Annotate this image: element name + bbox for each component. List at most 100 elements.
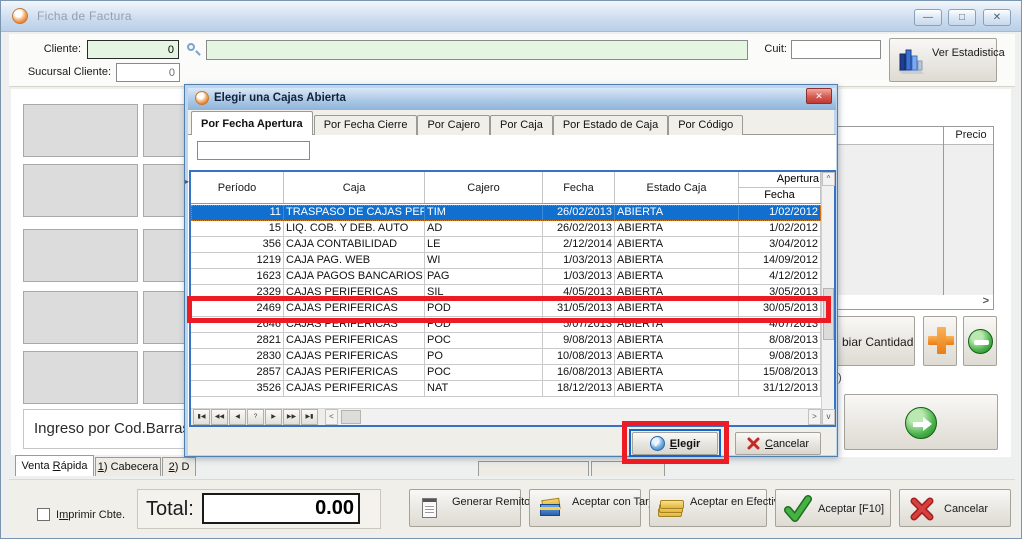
sucursal-cliente-label: Sucursal Cliente:	[15, 66, 111, 78]
dialog-title: Elegir una Cajas Abierta	[214, 92, 346, 104]
col-header-cajero[interactable]: Cajero	[425, 172, 543, 203]
grid-vertical-scrollbar[interactable]: ^ v	[821, 172, 834, 425]
sucursal-cliente-input[interactable]	[116, 63, 180, 82]
cliente-label: Cliente:	[19, 43, 81, 55]
imprimir-label: Imprimir Cbte.	[56, 509, 125, 521]
cuit-label: Cuit:	[751, 43, 787, 55]
remove-item-button[interactable]	[963, 316, 997, 366]
scroll-down-icon[interactable]: v	[822, 409, 835, 425]
close-button[interactable]: ✕	[983, 9, 1011, 26]
grid-nav-button-4[interactable]: ?	[247, 409, 264, 425]
ver-estadistica-label: Ver Estadistica	[932, 47, 992, 60]
minus-icon	[968, 329, 993, 354]
grid-row-2857[interactable]: 2857CAJAS PERIFERICASPOC16/08/2013ABIERT…	[191, 365, 821, 381]
total-panel: Total:	[137, 489, 381, 529]
app-logo-icon	[12, 8, 28, 24]
grid-row-11[interactable]: 11TRASPASO DE CAJAS PERTIM26/02/2013ABIE…	[191, 205, 821, 221]
quick-product-button[interactable]	[23, 104, 138, 157]
grid-row-15[interactable]: 15LIQ. COB. Y DEB. AUTOAD26/02/2013ABIER…	[191, 221, 821, 237]
grid-nav-button-6[interactable]: ▶▶	[283, 409, 300, 425]
dialog-tab-strip: Por Fecha AperturaPor Fecha CierrePor Ca…	[191, 112, 743, 135]
scroll-right-icon[interactable]: >	[808, 409, 821, 425]
grid-body: 11TRASPASO DE CAJAS PERTIM26/02/2013ABIE…	[191, 205, 821, 397]
elegir-focus-ring	[629, 429, 721, 457]
maximize-button[interactable]: □	[948, 9, 976, 26]
quick-product-button[interactable]	[23, 351, 138, 404]
search-icon[interactable]	[186, 42, 201, 57]
cliente-name-input[interactable]	[206, 40, 748, 60]
tab-hidden-2[interactable]	[591, 461, 665, 476]
scroll-left-icon[interactable]: <	[325, 409, 338, 425]
col-header-estado-caja[interactable]: Estado Caja	[615, 172, 739, 203]
horizontal-scroll-thumb[interactable]	[341, 410, 361, 424]
small-red-x-icon	[747, 437, 760, 450]
col-header-caja[interactable]: Caja	[284, 172, 425, 203]
grid-row-1219[interactable]: 1219CAJA PAG. WEBWI1/03/2013ABIERTA14/09…	[191, 253, 821, 269]
dialog-tab-6[interactable]: Por Código	[668, 115, 743, 135]
col-header-periodo[interactable]: Período	[191, 172, 284, 203]
aceptar-tarjeta-button[interactable]: Aceptar con Tarjeta	[529, 489, 641, 527]
precio-column-header: Precio	[948, 129, 994, 141]
aceptar-button[interactable]: Aceptar [F10]	[775, 489, 891, 527]
cliente-code-input[interactable]	[87, 40, 179, 59]
dialog-tab-3[interactable]: Por Cajero	[417, 115, 490, 135]
tab-cabecera[interactable]: 1) Cabecera	[95, 457, 161, 476]
cancelar-button[interactable]: Cancelar	[899, 489, 1011, 527]
grid-nav-button-5[interactable]: ▶	[265, 409, 282, 425]
grid-row-2821[interactable]: 2821CAJAS PERIFERICASPOC9/08/2013ABIERTA…	[191, 333, 821, 349]
receipt-icon	[422, 498, 437, 518]
plus-icon	[924, 317, 956, 365]
dialog-cancelar-button[interactable]: Cancelar	[735, 432, 821, 455]
grid-row-356[interactable]: 356CAJA CONTABILIDADLE2/12/2014ABIERTA3/…	[191, 237, 821, 253]
grid-row-2469[interactable]: 2469CAJAS PERIFERICASPOD31/05/2013ABIERT…	[191, 301, 821, 317]
grid-row-2646[interactable]: 2646CAJAS PERIFERICASPOD5/07/2013ABIERTA…	[191, 317, 821, 333]
grid-row-3526[interactable]: 3526CAJAS PERIFERICASNAT18/12/2013ABIERT…	[191, 381, 821, 397]
generar-remito-button[interactable]: Generar Remito	[409, 489, 521, 527]
window-titlebar: Ficha de Factura — □ ✕	[1, 1, 1022, 32]
grid-row-2830[interactable]: 2830CAJAS PERIFERICASPO10/08/2013ABIERTA…	[191, 349, 821, 365]
quick-product-button[interactable]	[23, 164, 138, 217]
grid-nav-button-3[interactable]: ◀	[229, 409, 246, 425]
dialog-tab-5[interactable]: Por Estado de Caja	[553, 115, 668, 135]
dialog-tab-1[interactable]: Por Fecha Apertura	[191, 111, 313, 135]
confirm-line-button[interactable]	[844, 394, 998, 450]
total-label: Total:	[146, 498, 194, 521]
tab-hidden-1[interactable]	[478, 461, 589, 476]
dialog-logo-icon	[195, 91, 209, 105]
col-header-apertura-fecha[interactable]: Fecha	[739, 188, 820, 203]
grid-nav-button-1[interactable]: ▮◀	[193, 409, 210, 425]
imprimir-checkbox[interactable]	[37, 508, 50, 521]
add-item-button[interactable]	[923, 316, 957, 366]
cuit-input[interactable]	[791, 40, 881, 59]
quick-product-button[interactable]	[23, 291, 138, 344]
header-form: Cliente: Cuit: Ver Estadistica Sucursal …	[9, 34, 1015, 87]
arrow-right-icon	[905, 407, 937, 439]
cajas-grid: Período Caja Cajero Fecha Estado Caja Ap…	[189, 170, 836, 427]
grid-horizontal-scrollbar[interactable]: < >	[325, 409, 821, 425]
col-header-fecha[interactable]: Fecha	[543, 172, 615, 203]
grid-row-1623[interactable]: 1623CAJA PAGOS BANCARIOSPAG1/03/2013ABIE…	[191, 269, 821, 285]
dialog-filter-input[interactable]	[197, 141, 310, 160]
scroll-up-icon[interactable]: ^	[822, 172, 835, 186]
aceptar-efectivo-button[interactable]: Aceptar en Efectivo [F8]	[649, 489, 767, 527]
dialog-close-button[interactable]: ✕	[806, 88, 832, 104]
tab-detalle[interactable]: 2) D	[162, 457, 196, 476]
dialog-tab-2[interactable]: Por Fecha Cierre	[314, 115, 418, 135]
grid-row-2329[interactable]: 2329CAJAS PERIFERICASSIL4/05/2013ABIERTA…	[191, 285, 821, 301]
vertical-scroll-thumb[interactable]	[823, 288, 834, 340]
ver-estadistica-button[interactable]: Ver Estadistica	[889, 38, 997, 82]
grid-nav-button-2[interactable]: ◀◀	[211, 409, 228, 425]
quick-product-button[interactable]	[23, 229, 138, 282]
grid-header-row: Período Caja Cajero Fecha Estado Caja Ap…	[191, 172, 821, 204]
elegir-caja-dialog: Elegir una Cajas Abierta ✕ Por Fecha Ape…	[184, 84, 838, 457]
grid-nav-button-7[interactable]: ▶▮	[301, 409, 318, 425]
dialog-tab-4[interactable]: Por Caja	[490, 115, 553, 135]
total-input[interactable]	[202, 493, 360, 524]
red-x-icon	[910, 497, 934, 521]
minimize-button[interactable]: —	[914, 9, 942, 26]
grid-navigator: ▮◀◀◀◀?▶▶▶▶▮ < >	[191, 408, 821, 425]
bar-chart-icon	[896, 46, 926, 76]
dialog-titlebar: Elegir una Cajas Abierta	[188, 88, 836, 110]
col-header-apertura[interactable]: Apertura	[739, 172, 820, 188]
tab-venta-rapida[interactable]: Venta Rápida	[15, 455, 94, 476]
